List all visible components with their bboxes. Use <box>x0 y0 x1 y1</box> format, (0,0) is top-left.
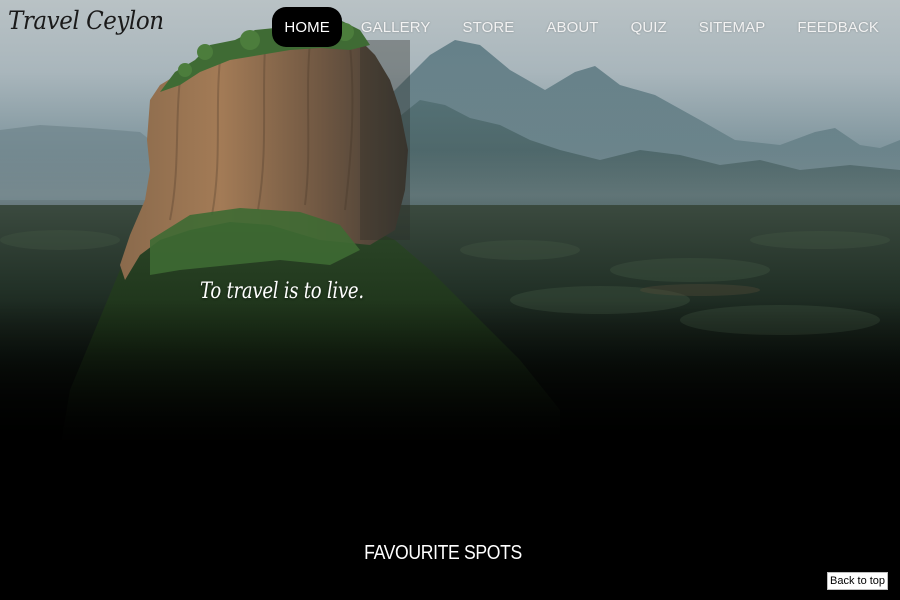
hero-background-image <box>0 0 900 600</box>
nav-item-quiz[interactable]: QUIZ <box>618 7 680 47</box>
page: Travel Ceylon HOME GALLERY STORE ABOUT Q… <box>0 0 900 600</box>
hero-tagline: To travel is to live. <box>200 279 364 304</box>
main-nav: HOME GALLERY STORE ABOUT QUIZ SITEMAP FE… <box>266 7 892 47</box>
nav-item-store[interactable]: STORE <box>449 7 527 47</box>
nav-item-sitemap[interactable]: SITEMAP <box>686 7 779 47</box>
nav-item-gallery[interactable]: GALLERY <box>348 7 444 47</box>
site-logo[interactable]: Travel Ceylon <box>8 6 164 35</box>
site-header: Travel Ceylon HOME GALLERY STORE ABOUT Q… <box>0 0 900 54</box>
nav-item-feedback[interactable]: FEEDBACK <box>784 7 892 47</box>
back-to-top-button[interactable]: Back to top <box>827 572 889 590</box>
favourite-spots-heading: FAVOURITE SPOTS <box>364 542 522 564</box>
nav-item-about[interactable]: ABOUT <box>533 7 611 47</box>
nav-item-home[interactable]: HOME <box>272 7 342 47</box>
